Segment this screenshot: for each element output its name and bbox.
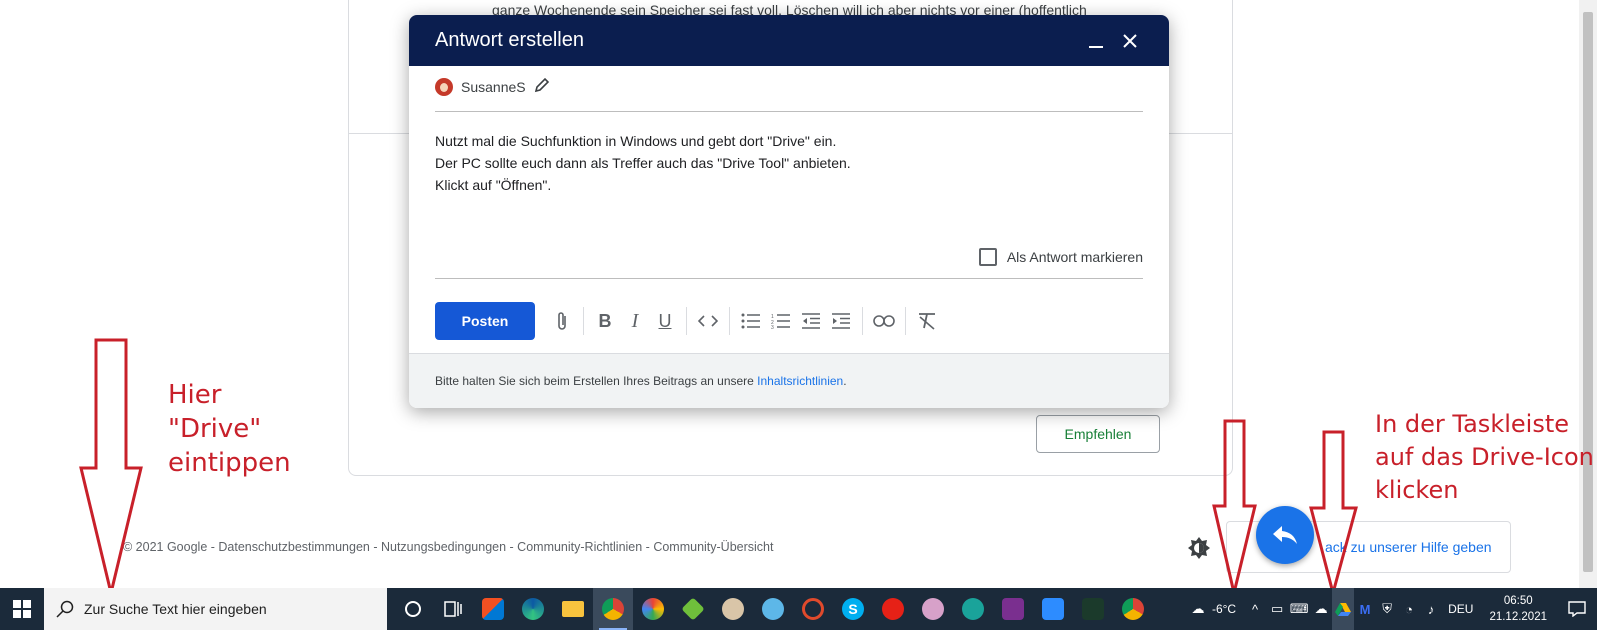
- chrome-icon[interactable]: [1113, 588, 1153, 630]
- arrow-to-drive-icon: [1309, 430, 1358, 599]
- taskbar-apps: S: [393, 588, 1153, 630]
- task-view-icon[interactable]: [433, 588, 473, 630]
- arrow-to-tray-chevron: [1212, 419, 1257, 594]
- volume-icon[interactable]: ♪: [1420, 588, 1442, 630]
- paint-icon[interactable]: [713, 588, 753, 630]
- notifications-icon[interactable]: [1557, 588, 1597, 630]
- start-button[interactable]: [0, 588, 44, 630]
- weather-icon[interactable]: ☁: [1184, 588, 1212, 630]
- arrow-to-search: [79, 338, 143, 594]
- search-icon: [56, 600, 74, 618]
- wifi-icon[interactable]: ◔: [1398, 588, 1420, 630]
- app-icon-green[interactable]: [673, 588, 713, 630]
- clock-time: 06:50: [1503, 595, 1533, 607]
- skype-icon[interactable]: S: [833, 588, 873, 630]
- app-icon-red-swirl[interactable]: [793, 588, 833, 630]
- windows-taskbar: Zur Suche Text hier eingeben S ☁ -6°C ^ …: [0, 588, 1597, 630]
- zoom-icon[interactable]: [1033, 588, 1073, 630]
- input-language[interactable]: DEU: [1448, 602, 1473, 616]
- photos-icon[interactable]: [633, 588, 673, 630]
- youtube-icon[interactable]: [873, 588, 913, 630]
- telegram-icon[interactable]: [953, 588, 993, 630]
- clock[interactable]: 06:50 21.12.2021: [1489, 593, 1547, 625]
- file-explorer-icon[interactable]: [553, 588, 593, 630]
- annotation-arrows: [79, 338, 1358, 599]
- app-icon-pink[interactable]: [913, 588, 953, 630]
- search-placeholder: Zur Suche Text hier eingeben: [84, 601, 267, 617]
- cortana-icon[interactable]: [393, 588, 433, 630]
- sky-ticket-icon[interactable]: [1073, 588, 1113, 630]
- show-hidden-icons-chevron-icon[interactable]: ^: [1244, 588, 1266, 630]
- security-shield-icon[interactable]: ⛨: [1376, 588, 1398, 630]
- taskbar-search-input[interactable]: Zur Suche Text hier eingeben: [44, 588, 387, 630]
- webcam-icon[interactable]: ▭: [1266, 588, 1288, 630]
- google-drive-icon[interactable]: [1332, 588, 1355, 630]
- clock-date: 21.12.2021: [1489, 611, 1547, 623]
- system-tray: ☁ -6°C ^ ▭ ⌨ ☁ M ⛨ ◔ ♪ DEU 06:50 21.12.2…: [1184, 588, 1597, 630]
- weather-temperature[interactable]: -6°C: [1212, 602, 1236, 616]
- onedrive-icon[interactable]: ☁: [1310, 588, 1332, 630]
- keyboard-icon[interactable]: ⌨: [1288, 588, 1310, 630]
- store-icon[interactable]: [473, 588, 513, 630]
- edge-icon[interactable]: [513, 588, 553, 630]
- malwarebytes-icon[interactable]: M: [1354, 588, 1376, 630]
- windows-icon: [13, 600, 31, 618]
- 3d-app-icon[interactable]: [753, 588, 793, 630]
- chrome-profile-icon[interactable]: [593, 588, 633, 630]
- app-icon-dark[interactable]: [993, 588, 1033, 630]
